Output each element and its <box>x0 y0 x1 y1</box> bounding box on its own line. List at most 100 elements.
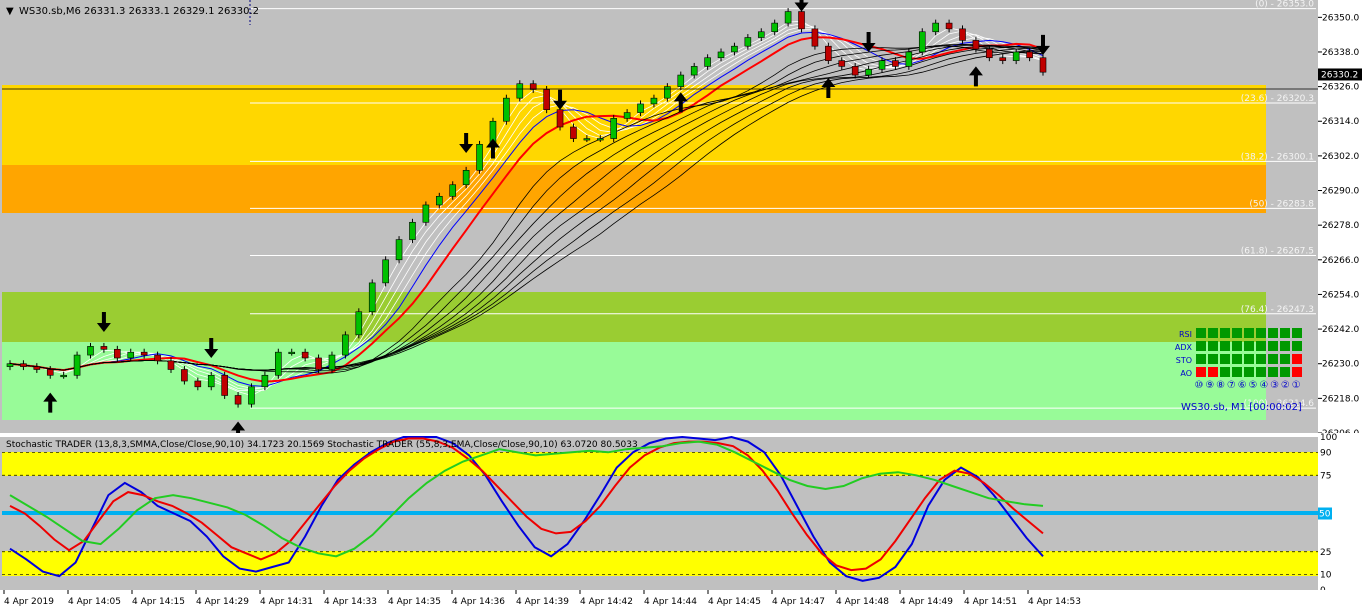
bull-candle <box>677 74 685 87</box>
bull-candle <box>717 51 725 59</box>
bear-candle <box>570 126 577 139</box>
bull-candle <box>784 11 792 24</box>
bull-candle <box>368 282 376 313</box>
bull-candle <box>878 60 886 70</box>
dashboard-footer: WS30.sb, M1 [00:00:02] <box>1181 402 1302 413</box>
dashboard-cell <box>1196 354 1206 364</box>
bull-candle <box>342 334 349 356</box>
bull-candle <box>422 204 430 223</box>
price-tick-label: 26338.0 <box>1322 48 1359 58</box>
bull-candle <box>918 31 926 53</box>
bull-candle <box>516 83 524 99</box>
bull-candle <box>288 351 296 354</box>
bull-candle <box>690 66 698 76</box>
fib-label: (61.8) - 26267.5 <box>1241 246 1314 256</box>
bull-candle <box>127 351 135 359</box>
time-tick-label: 4 Apr 14:35 <box>388 597 441 607</box>
dashboard-cell <box>1220 341 1230 351</box>
dashboard-cell <box>1280 354 1290 364</box>
dashboard-row-label: STO <box>1176 356 1192 365</box>
bull-candle <box>409 221 416 240</box>
price-axis[interactable]: 26350.0 26338.0 26326.0 26314.0 26302.0 26290… <box>1318 0 1362 439</box>
dashboard-cell <box>1256 354 1266 364</box>
dashboard-row-label: RSI <box>1179 330 1192 339</box>
dashboard-cell <box>1268 354 1278 364</box>
time-tick-label: 4 Apr 14:53 <box>1028 597 1081 607</box>
bull-candle <box>382 259 389 284</box>
price-tick-label: 26290.0 <box>1322 187 1359 197</box>
dashboard-cell <box>1256 367 1266 377</box>
dashboard-cell <box>1244 354 1254 364</box>
oversold-band <box>2 551 1318 576</box>
timeframe-label: ⑦ <box>1227 380 1236 391</box>
dashboard-cell <box>1244 367 1254 377</box>
bear-candle <box>33 366 41 370</box>
bear-candle <box>46 369 54 376</box>
dashboard-cell <box>1244 341 1254 351</box>
symbol-info: WS30.sb,M6 26331.3 26333.1 26329.1 26330… <box>19 6 259 17</box>
price-tick-label: 26218.0 <box>1322 394 1359 404</box>
timeframe-label: ⑩ <box>1195 380 1204 391</box>
time-tick-label: 4 Apr 14:39 <box>516 597 569 607</box>
bull-candle <box>207 374 215 388</box>
bear-candle <box>892 60 899 67</box>
fib-label: (76.4) - 26247.3 <box>1241 305 1314 315</box>
price-tick-label: 26230.0 <box>1322 360 1359 370</box>
time-tick-label: 4 Apr 14:29 <box>196 597 249 607</box>
timeframe-label: ⑨ <box>1205 380 1214 391</box>
bear-candle <box>167 360 175 370</box>
bear-candle <box>972 40 980 50</box>
dashboard-cell <box>1268 328 1278 338</box>
timeframe-label: ① <box>1292 380 1301 391</box>
bear-candle <box>20 363 27 367</box>
stochastic-panel[interactable]: Stochastic TRADER (13,8,3,SMMA,Close/Clo… <box>0 435 1318 590</box>
timeframe-label: ④ <box>1259 380 1268 391</box>
bear-candle <box>986 48 993 59</box>
time-tick-label: 4 Apr 14:31 <box>260 597 313 607</box>
bear-candle <box>838 60 846 67</box>
bear-candle <box>556 109 564 128</box>
bear-candle <box>811 28 819 47</box>
dashboard-cell <box>1220 354 1230 364</box>
time-tick-label: 4 Apr 14:36 <box>452 597 505 607</box>
time-tick-label: 4 Apr 14:44 <box>644 597 697 607</box>
bear-candle <box>301 351 309 359</box>
dashboard-cell <box>1280 367 1290 377</box>
dashboard-cell <box>1232 328 1242 338</box>
dashboard-cell <box>1208 328 1218 338</box>
price-tick-label: 26350.0 <box>1322 13 1359 23</box>
bear-candle <box>234 395 242 405</box>
bull-candle <box>583 138 591 141</box>
bull-candle <box>596 138 604 141</box>
dashboard-cell <box>1256 328 1266 338</box>
bear-candle <box>851 66 859 76</box>
dashboard-cell <box>1244 328 1254 338</box>
price-tick-label: 26242.0 <box>1322 325 1359 335</box>
header-expand-icon[interactable]: ▼ <box>6 6 14 17</box>
dashboard-cell <box>1292 328 1302 338</box>
time-tick-label: 4 Apr 14:33 <box>324 597 377 607</box>
fib-label: (50) - 26283.8 <box>1249 199 1314 209</box>
price-tick-label: 26278.0 <box>1322 221 1359 231</box>
bull-candle <box>73 354 81 376</box>
dashboard-cell <box>1292 354 1302 364</box>
dashboard-cell <box>1196 341 1206 351</box>
zone-orange <box>2 165 1266 213</box>
price-panel[interactable]: (0) - 26353.0 (23.6) - 26320.3 (38.2) - 26… <box>0 0 1318 442</box>
time-tick-label: 4 Apr 14:49 <box>900 597 953 607</box>
time-axis[interactable]: 4 Apr 2019 4 Apr 14:05 4 Apr 14:15 4 Apr 14… <box>0 590 1362 612</box>
fib-label: (38.2) - 26300.1 <box>1241 152 1314 162</box>
stochastic-axis-label: 90 <box>1320 448 1332 458</box>
bull-candle <box>664 86 671 99</box>
bear-candle <box>798 11 805 30</box>
bull-candle <box>395 239 403 261</box>
bull-candle <box>865 68 872 76</box>
bull-candle <box>650 97 658 105</box>
current-price-label: 26330.2 <box>1321 70 1358 80</box>
zone-gold <box>2 85 1266 165</box>
bear-candle <box>959 28 966 41</box>
bull-candle <box>1012 51 1020 61</box>
dashboard-row-label: AO <box>1180 369 1192 378</box>
dashboard-cell <box>1256 341 1266 351</box>
chart-canvas[interactable]: (0) - 26353.0 (23.6) - 26320.3 (38.2) - 26… <box>0 0 1362 612</box>
